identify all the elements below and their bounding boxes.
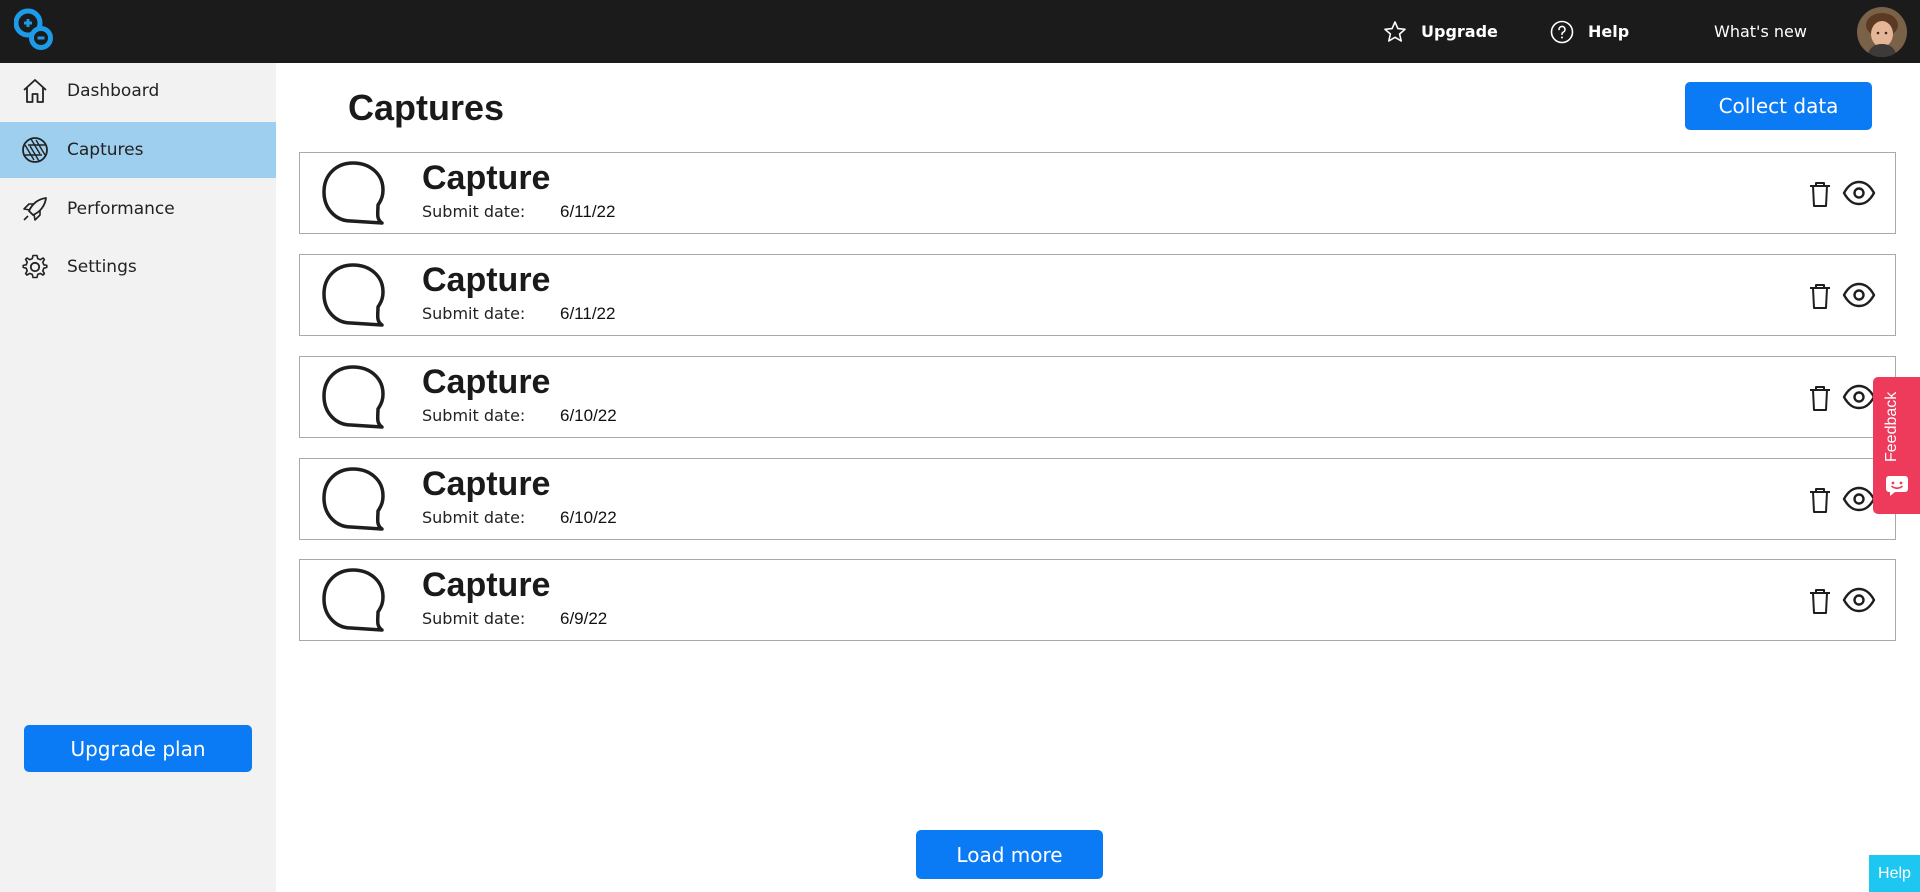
- capture-title: Capture: [422, 465, 551, 503]
- upgrade-plan-button[interactable]: Upgrade plan: [24, 725, 252, 772]
- sidebar-item-dashboard[interactable]: Dashboard: [0, 63, 276, 119]
- help-circle-icon: [1550, 20, 1574, 43]
- sidebar-item-performance[interactable]: Performance: [0, 181, 276, 237]
- capture-title: Capture: [422, 261, 551, 299]
- capture-row[interactable]: Capture Submit date: 6/10/22: [299, 458, 1896, 540]
- eye-icon[interactable]: [1842, 485, 1876, 513]
- speech-bubble-icon: [320, 566, 386, 636]
- eye-icon[interactable]: [1842, 281, 1876, 309]
- submit-date-label: Submit date:: [422, 304, 526, 323]
- capture-row[interactable]: Capture Submit date: 6/11/22: [299, 254, 1896, 336]
- trash-icon[interactable]: [1808, 587, 1832, 615]
- speech-bubble-icon: [320, 159, 386, 229]
- help-widget-button[interactable]: Help: [1869, 855, 1920, 892]
- upgrade-link[interactable]: Upgrade: [1383, 0, 1498, 63]
- help-link[interactable]: Help: [1550, 0, 1629, 63]
- capture-title: Capture: [422, 363, 551, 401]
- eye-icon[interactable]: [1842, 179, 1876, 207]
- home-icon: [21, 77, 49, 105]
- sidebar-item-settings[interactable]: Settings: [0, 239, 276, 295]
- trash-icon[interactable]: [1808, 384, 1832, 412]
- capture-title: Capture: [422, 159, 551, 197]
- load-more-button[interactable]: Load more: [916, 830, 1103, 879]
- sidebar: Dashboard Captures Performance Settings …: [0, 63, 276, 892]
- sidebar-item-label: Performance: [67, 199, 175, 219]
- submit-date-value: 6/9/22: [560, 609, 608, 628]
- speech-bubble-icon: [320, 363, 386, 433]
- submit-date-value: 6/10/22: [560, 508, 617, 527]
- eye-icon[interactable]: [1842, 586, 1876, 614]
- capture-row[interactable]: Capture Submit date: 6/10/22: [299, 356, 1896, 438]
- whats-new-link[interactable]: What's new: [1714, 0, 1807, 63]
- feedback-label: Feedback: [1883, 391, 1900, 463]
- top-bar: Upgrade Help What's new: [0, 0, 1920, 63]
- speech-bubble-icon: [320, 261, 386, 331]
- whats-new-label: What's new: [1714, 22, 1807, 41]
- gear-icon: [21, 253, 49, 281]
- submit-date-label: Submit date:: [422, 406, 526, 425]
- collect-data-button[interactable]: Collect data: [1685, 82, 1872, 130]
- feedback-tab[interactable]: Feedback: [1873, 377, 1920, 514]
- submit-date-value: 6/10/22: [560, 406, 617, 425]
- submit-date-label: Submit date:: [422, 202, 526, 221]
- trash-icon[interactable]: [1808, 180, 1832, 208]
- star-icon: [1384, 20, 1406, 42]
- trash-icon[interactable]: [1808, 486, 1832, 514]
- feedback-face-icon: [1885, 475, 1909, 502]
- submit-date-value: 6/11/22: [560, 202, 616, 221]
- sidebar-item-label: Dashboard: [67, 81, 160, 101]
- submit-date-label: Submit date:: [422, 508, 526, 527]
- submit-date-value: 6/11/22: [560, 304, 616, 323]
- trash-icon[interactable]: [1808, 282, 1832, 310]
- app-logo[interactable]: [13, 7, 58, 55]
- rocket-icon: [21, 195, 49, 223]
- eye-icon[interactable]: [1842, 383, 1876, 411]
- upgrade-label: Upgrade: [1421, 22, 1498, 41]
- sidebar-item-label: Settings: [67, 257, 137, 277]
- speech-bubble-icon: [320, 465, 386, 535]
- aperture-icon: [21, 136, 49, 164]
- sidebar-item-label: Captures: [67, 140, 144, 160]
- capture-row[interactable]: Capture Submit date: 6/9/22: [299, 559, 1896, 641]
- sidebar-item-captures[interactable]: Captures: [0, 122, 276, 178]
- page-title: Captures: [348, 87, 505, 128]
- submit-date-label: Submit date:: [422, 609, 526, 628]
- capture-row[interactable]: Capture Submit date: 6/11/22: [299, 152, 1896, 234]
- help-label: Help: [1588, 22, 1630, 41]
- capture-title: Capture: [422, 566, 551, 604]
- user-avatar[interactable]: [1857, 7, 1907, 57]
